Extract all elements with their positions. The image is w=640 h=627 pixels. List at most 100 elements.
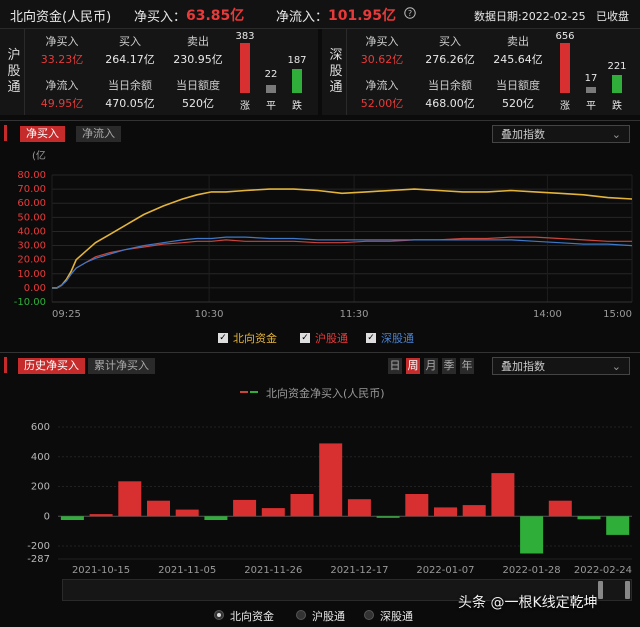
y-tick-label: -200: [27, 541, 50, 552]
y-tick-label: 50.00: [17, 212, 46, 223]
y-tick-label: 200: [31, 482, 50, 493]
market-status: 已收盘: [596, 10, 629, 23]
sgt-buy-value: 276.26亿: [425, 53, 475, 66]
top-header: 北向资金(人民币) 净买入： 63.85亿 净流入： 101.95亿 ? 数据日…: [0, 0, 640, 29]
radio-sgt[interactable]: [364, 610, 374, 620]
series-north-line: [52, 188, 633, 289]
hgt-net-buy-value: 33.23亿: [40, 53, 84, 66]
net-inflow-value: 101.95亿: [328, 8, 397, 24]
x-tick-label: 2021-11-05: [158, 565, 216, 576]
range-handle-right[interactable]: [625, 581, 630, 599]
chevron-down-icon: ⌄: [611, 128, 621, 141]
hgt-down-count: 187: [287, 55, 307, 66]
bar: [60, 516, 84, 520]
bar: [89, 514, 113, 517]
y-tick-label: 0: [44, 511, 50, 522]
history-overlay-dropdown[interactable]: 叠加指数 ⌄: [492, 357, 630, 375]
tab-cumulative-net-buy[interactable]: 累计净买入: [88, 358, 155, 374]
sgt-checkbox[interactable]: ✓: [366, 333, 376, 343]
overlay-index-label: 叠加指数: [501, 128, 545, 141]
y-tick-label: -287: [27, 554, 50, 565]
history-section: 历史净买入 累计净买入 日 周 月 季 年 叠加指数 ⌄ 北向资金净买入(人民币…: [0, 352, 640, 627]
x-tick-label: 15:00: [603, 309, 632, 320]
tab-net-inflow[interactable]: 净流入: [76, 126, 121, 142]
hgt-up-bar: [240, 43, 250, 93]
question-circle-icon[interactable]: ?: [404, 7, 416, 23]
y-tick-label: -10.00: [14, 297, 46, 308]
sgt-down-label: 跌: [612, 101, 622, 112]
sgt-down-bar: [612, 75, 622, 93]
series-hgt-line: [52, 236, 632, 289]
y-tick-label: 0.00: [24, 283, 46, 294]
x-tick-label: 14:00: [533, 309, 562, 320]
bar: [376, 516, 400, 518]
period-quarter[interactable]: 季: [442, 358, 456, 374]
radio-north[interactable]: [214, 610, 224, 620]
bar: [520, 516, 544, 554]
bar: [434, 507, 457, 517]
period-week[interactable]: 周: [406, 358, 420, 374]
y-tick-label: 400: [31, 452, 50, 463]
bar: [577, 516, 601, 520]
hgt-down-label: 跌: [292, 101, 302, 112]
bar: [261, 508, 285, 517]
period-year[interactable]: 年: [460, 358, 474, 374]
hgt-buy-value: 264.17亿: [105, 53, 155, 66]
bar: [319, 443, 343, 517]
bar: [491, 473, 515, 517]
y-tick-label: 20.00: [17, 255, 46, 266]
sgt-buy-label: 买入: [439, 35, 461, 48]
sgt-flat-count: 17: [584, 73, 598, 84]
sgt-up-bar: [560, 43, 570, 93]
tab-history-net-buy[interactable]: 历史净买入: [18, 358, 85, 374]
sgt-up-label: 涨: [560, 101, 570, 112]
y-tick-label: 80.00: [17, 170, 46, 181]
bar: [405, 494, 429, 517]
x-tick-label: 2022-02-24: [574, 565, 632, 576]
hgt-buy-label: 买入: [119, 35, 141, 48]
sgt-net-buy-value: 30.62亿: [360, 53, 404, 66]
hgt-quota-label: 当日额度: [176, 79, 220, 92]
net-buy-value: 63.85亿: [186, 8, 245, 24]
sgt-sell-value: 245.64亿: [493, 53, 543, 66]
bar: [548, 500, 572, 517]
bar: [462, 505, 486, 517]
bar: [290, 494, 314, 517]
hgt-panel: 沪股通 净买入 33.23亿 买入 264.17亿 卖出 230.95亿 净流入 49.…: [0, 29, 318, 115]
sgt-flat-label: 平: [586, 101, 596, 112]
period-day[interactable]: 日: [388, 358, 402, 374]
hgt-sell-label: 卖出: [187, 35, 209, 48]
tab-net-buy[interactable]: 净买入: [20, 126, 65, 142]
north-checkbox[interactable]: ✓: [218, 333, 228, 343]
radio-sgt-label: 深股通: [380, 610, 413, 623]
y-tick-label: 30.00: [17, 241, 46, 252]
x-tick-label: 2022-01-28: [503, 565, 561, 576]
data-date: 数据日期:2022-02-25: [474, 10, 586, 23]
hgt-flat-label: 平: [266, 101, 276, 112]
overlay-index-dropdown[interactable]: 叠加指数 ⌄: [492, 125, 630, 143]
range-handle-left[interactable]: [598, 581, 603, 599]
legend-sgt: 深股通: [381, 332, 414, 345]
y-unit-label: (亿: [32, 149, 46, 162]
period-month[interactable]: 月: [424, 358, 438, 374]
y-tick-label: 70.00: [17, 184, 46, 195]
sgt-label: 深股通: [326, 29, 347, 115]
radio-north-label: 北向资金: [230, 610, 274, 623]
hgt-net-inflow-label: 净流入: [45, 79, 79, 92]
hgt-checkbox[interactable]: ✓: [300, 333, 310, 343]
history-bar-chart: -287 -200 0 200 400 600 2021-10-15 2021-11-05 20…: [27, 422, 632, 576]
legend-north: 北向资金: [233, 332, 277, 345]
radio-hgt[interactable]: [296, 610, 306, 620]
sgt-quota-value: 520亿: [502, 97, 534, 110]
sgt-quota-label: 当日额度: [496, 79, 540, 92]
series-legend-marker: [240, 391, 260, 393]
sgt-sell-label: 卖出: [507, 35, 529, 48]
hgt-balance-label: 当日余额: [108, 79, 152, 92]
hgt-down-bar: [292, 69, 302, 93]
y-tick-label: 10.00: [17, 269, 46, 280]
net-inflow-label: 净流入：: [276, 10, 329, 25]
hgt-sell-value: 230.95亿: [173, 53, 223, 66]
y-tick-label: 60.00: [17, 198, 46, 209]
hgt-net-buy-label: 净买入: [45, 35, 79, 48]
hgt-up-count: 383: [235, 31, 255, 42]
